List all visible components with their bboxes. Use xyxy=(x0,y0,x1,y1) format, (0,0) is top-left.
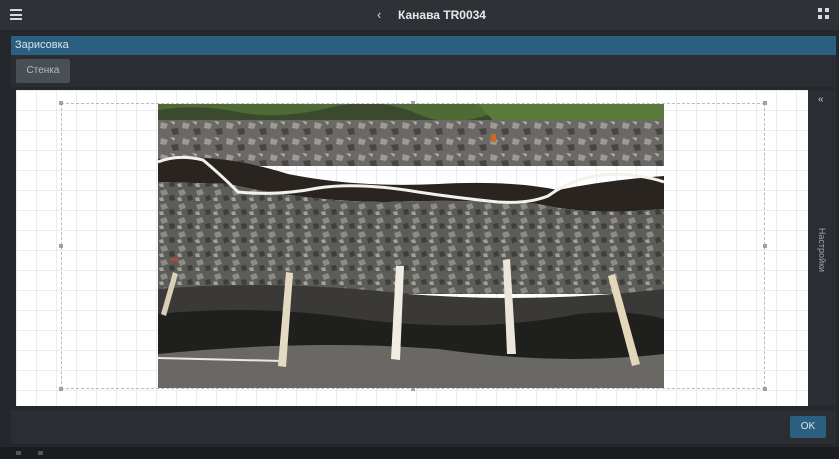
resize-handle[interactable] xyxy=(763,101,767,105)
chevron-left-icon[interactable]: « xyxy=(818,94,824,105)
trench-photo[interactable] xyxy=(158,104,664,388)
app-window: ‹ Канава TR0034 Зарисовка Стенка « Настр… xyxy=(0,0,839,459)
resize-handle[interactable] xyxy=(59,387,63,391)
resize-handle[interactable] xyxy=(763,244,767,248)
tab-wall[interactable]: Стенка xyxy=(16,59,70,83)
drawing-canvas[interactable] xyxy=(16,90,808,406)
toolbar: Стенка xyxy=(11,55,836,87)
section-title: Зарисовка xyxy=(15,39,69,51)
resize-handle[interactable] xyxy=(763,387,767,391)
window-title: Канава TR0034 xyxy=(398,8,486,22)
status-bar xyxy=(0,447,839,459)
resize-handle[interactable] xyxy=(59,101,63,105)
section-header: Зарисовка xyxy=(11,36,836,55)
resize-handle[interactable] xyxy=(59,244,63,248)
chevron-left-icon[interactable]: ‹ xyxy=(377,7,381,23)
status-indicator xyxy=(16,451,21,455)
trench-photo-image xyxy=(158,104,664,388)
bottom-action-bar: OK xyxy=(11,410,836,444)
settings-panel-toggle[interactable]: « Настройки xyxy=(808,90,836,406)
top-bar: ‹ Канава TR0034 xyxy=(0,0,839,30)
ok-button[interactable]: OK xyxy=(790,416,826,438)
status-indicator xyxy=(38,451,43,455)
tab-wall-label: Стенка xyxy=(26,65,60,76)
hamburger-icon[interactable] xyxy=(10,9,22,20)
settings-label: Настройки xyxy=(817,227,827,273)
grid-icon[interactable] xyxy=(818,8,830,20)
